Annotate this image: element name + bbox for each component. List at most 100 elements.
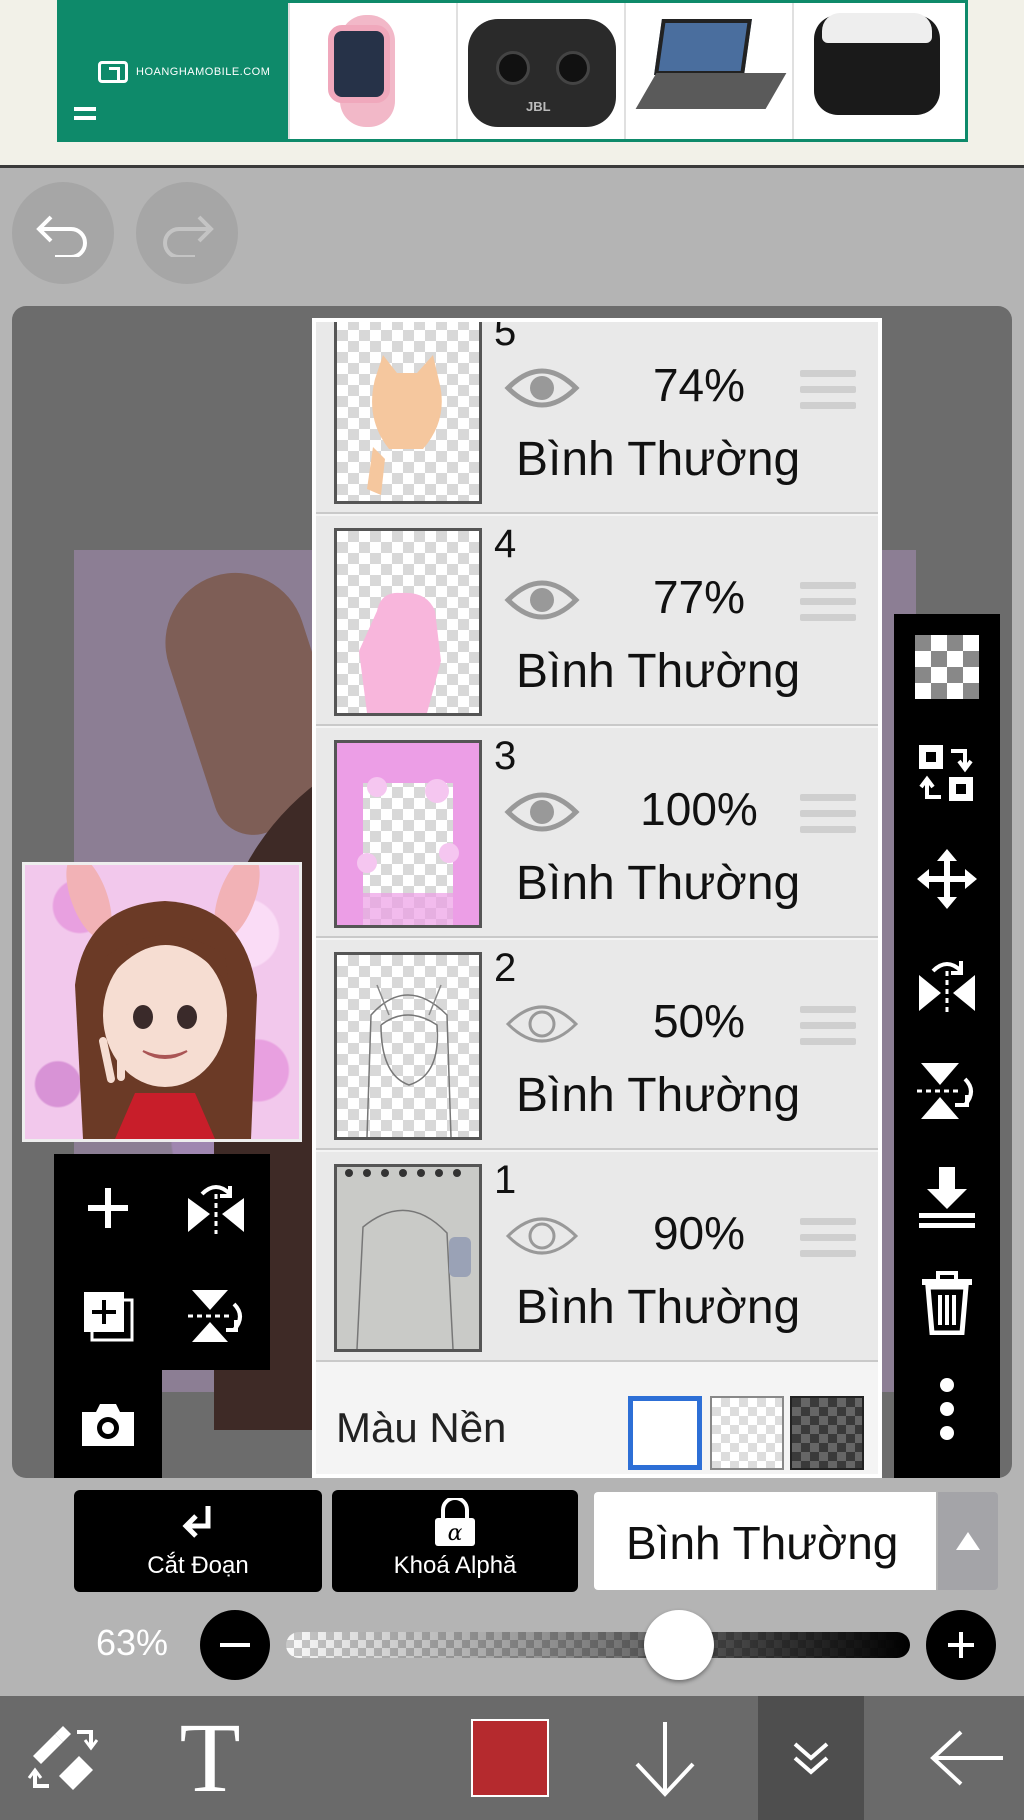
ad-brand-panel[interactable]: HOANGHAMOBILE.COM — [60, 3, 288, 139]
layer-blend-mode: Bình Thường — [516, 857, 801, 910]
blend-mode-value: Bình Thường — [626, 1517, 899, 1569]
layer-number: 5 — [494, 318, 517, 354]
duplicate-layer-icon — [84, 1292, 134, 1342]
opacity-slider-track[interactable] — [286, 1632, 910, 1658]
blend-mode-dropdown[interactable]: Bình Thường — [594, 1492, 936, 1590]
ad-product-earbuds[interactable]: JBL — [456, 3, 624, 139]
add-layer-icon — [88, 1188, 128, 1228]
alpha-lock-label: Khoá Alphă — [393, 1552, 517, 1579]
ad-content[interactable]: HOANGHAMOBILE.COM JBL — [57, 0, 968, 142]
clip-icon — [182, 1506, 211, 1538]
redo-button[interactable] — [136, 182, 238, 284]
collapse-icon — [793, 1742, 829, 1775]
collapse-panel-button[interactable] — [758, 1696, 864, 1820]
visibility-eye-icon[interactable] — [504, 574, 580, 626]
background-color-row: Màu Nền — [316, 1374, 878, 1474]
transparency-button[interactable] — [894, 614, 1000, 720]
swap-tools-icon — [27, 1726, 99, 1790]
background-transparent-option[interactable] — [710, 1396, 784, 1470]
visibility-eye-off-icon[interactable] — [504, 998, 580, 1050]
layer-opacity: 50% — [652, 995, 746, 1047]
visibility-eye-icon[interactable] — [504, 786, 580, 838]
layer-number: 4 — [494, 522, 517, 566]
more-options-button[interactable] — [894, 1356, 1000, 1462]
minus-icon — [220, 1643, 250, 1647]
drag-handle-icon[interactable] — [800, 370, 856, 418]
layer-thumbnail[interactable] — [334, 528, 482, 716]
plus-icon — [948, 1632, 974, 1658]
flip-horizontal-button[interactable] — [162, 1154, 270, 1262]
layer-thumbnail[interactable] — [334, 1164, 482, 1352]
right-tool-panel — [894, 614, 1000, 1478]
background-white-option[interactable] — [628, 1396, 702, 1470]
ad-product-brand: JBL — [526, 99, 551, 114]
background-color-label: Màu Nền — [336, 1404, 507, 1451]
layer-5-thumb-art — [367, 355, 442, 495]
opacity-slider-thumb[interactable] — [644, 1610, 715, 1680]
duplicate-layer-button[interactable] — [54, 1262, 162, 1370]
blend-mode-arrow-button[interactable] — [938, 1492, 998, 1590]
layers-panel: 5 74% Bình Thường 4 77% Bình Thường 3 10… — [312, 318, 882, 1478]
camera-icon — [82, 1404, 134, 1446]
drag-handle-icon[interactable] — [800, 1218, 856, 1266]
visibility-eye-off-icon[interactable] — [504, 1210, 580, 1262]
ad-product-tablet[interactable] — [624, 3, 792, 139]
back-arrow-icon — [930, 1730, 1003, 1786]
layer-thumbnail[interactable] — [334, 740, 482, 928]
layer-number: 2 — [494, 946, 517, 990]
swap-layer-button[interactable] — [894, 720, 1000, 826]
drag-handle-icon[interactable] — [800, 794, 856, 842]
layer-row-4[interactable]: 4 77% Bình Thường — [316, 516, 878, 726]
ad-product-case[interactable] — [792, 3, 960, 139]
layer-thumbnail[interactable] — [334, 322, 482, 504]
left-tool-panel-extra — [54, 1370, 162, 1478]
arrow-down-icon — [635, 1722, 695, 1797]
move-button[interactable] — [894, 826, 1000, 932]
drag-handle-icon[interactable] — [800, 582, 856, 630]
layer-number: 1 — [494, 1158, 517, 1202]
drag-handle-icon[interactable] — [800, 1006, 856, 1054]
background-dark-option[interactable] — [790, 1396, 864, 1470]
layer-row-5[interactable]: 5 74% Bình Thường — [316, 318, 878, 514]
opacity-value: 63% — [96, 1622, 169, 1663]
arrow-down-button[interactable] — [620, 1696, 710, 1820]
layer-row-2[interactable]: 2 50% Bình Thường — [316, 940, 878, 1150]
camera-button[interactable] — [54, 1370, 162, 1478]
layer-row-3[interactable]: 3 100% Bình Thường — [316, 728, 878, 938]
color-picker-button[interactable] — [470, 1696, 550, 1820]
layer-1-thumb-art — [345, 1169, 471, 1349]
swap-tools-button[interactable] — [0, 1696, 126, 1820]
layer-blend-mode: Bình Thường — [516, 433, 801, 486]
ad-menu-icon[interactable] — [74, 107, 96, 125]
opacity-increase-button[interactable] — [926, 1610, 996, 1680]
merge-down-button[interactable] — [894, 1144, 1000, 1250]
opacity-decrease-button[interactable] — [200, 1610, 270, 1680]
layer-row-1[interactable]: 1 90% Bình Thường — [316, 1152, 878, 1362]
undo-button[interactable] — [12, 182, 114, 284]
redo-icon — [163, 215, 214, 257]
move-icon — [917, 849, 977, 909]
add-layer-button[interactable] — [54, 1154, 162, 1262]
layer-opacity: 90% — [652, 1207, 746, 1259]
delete-layer-button[interactable] — [894, 1250, 1000, 1356]
flip-vertical-button[interactable] — [162, 1262, 270, 1370]
merge-down-icon — [919, 1167, 975, 1228]
layer-2-thumb-art — [366, 984, 452, 1137]
ad-banner[interactable]: HOANGHAMOBILE.COM JBL — [0, 0, 1024, 168]
layer-number: 3 — [494, 734, 517, 778]
canvas-preview[interactable] — [22, 862, 302, 1142]
triangle-up-icon — [956, 1532, 980, 1550]
layer-thumbnail[interactable] — [334, 952, 482, 1140]
alpha-lock-icon: α — [435, 1498, 475, 1546]
flip-vertical-button[interactable] — [894, 1038, 1000, 1144]
text-tool-button[interactable]: T — [150, 1696, 270, 1820]
ad-product-watch[interactable] — [288, 3, 456, 139]
clip-button[interactable]: Cắt Đoạn — [74, 1490, 322, 1592]
visibility-eye-icon[interactable] — [504, 362, 580, 414]
text-tool-icon: T — [179, 1702, 241, 1813]
alpha-lock-button[interactable]: α Khoá Alphă — [332, 1490, 578, 1592]
swap-layer-icon — [919, 745, 973, 801]
layer-opacity: 100% — [640, 783, 758, 835]
flip-horizontal-button[interactable] — [894, 932, 1000, 1038]
back-button[interactable] — [910, 1696, 1024, 1820]
